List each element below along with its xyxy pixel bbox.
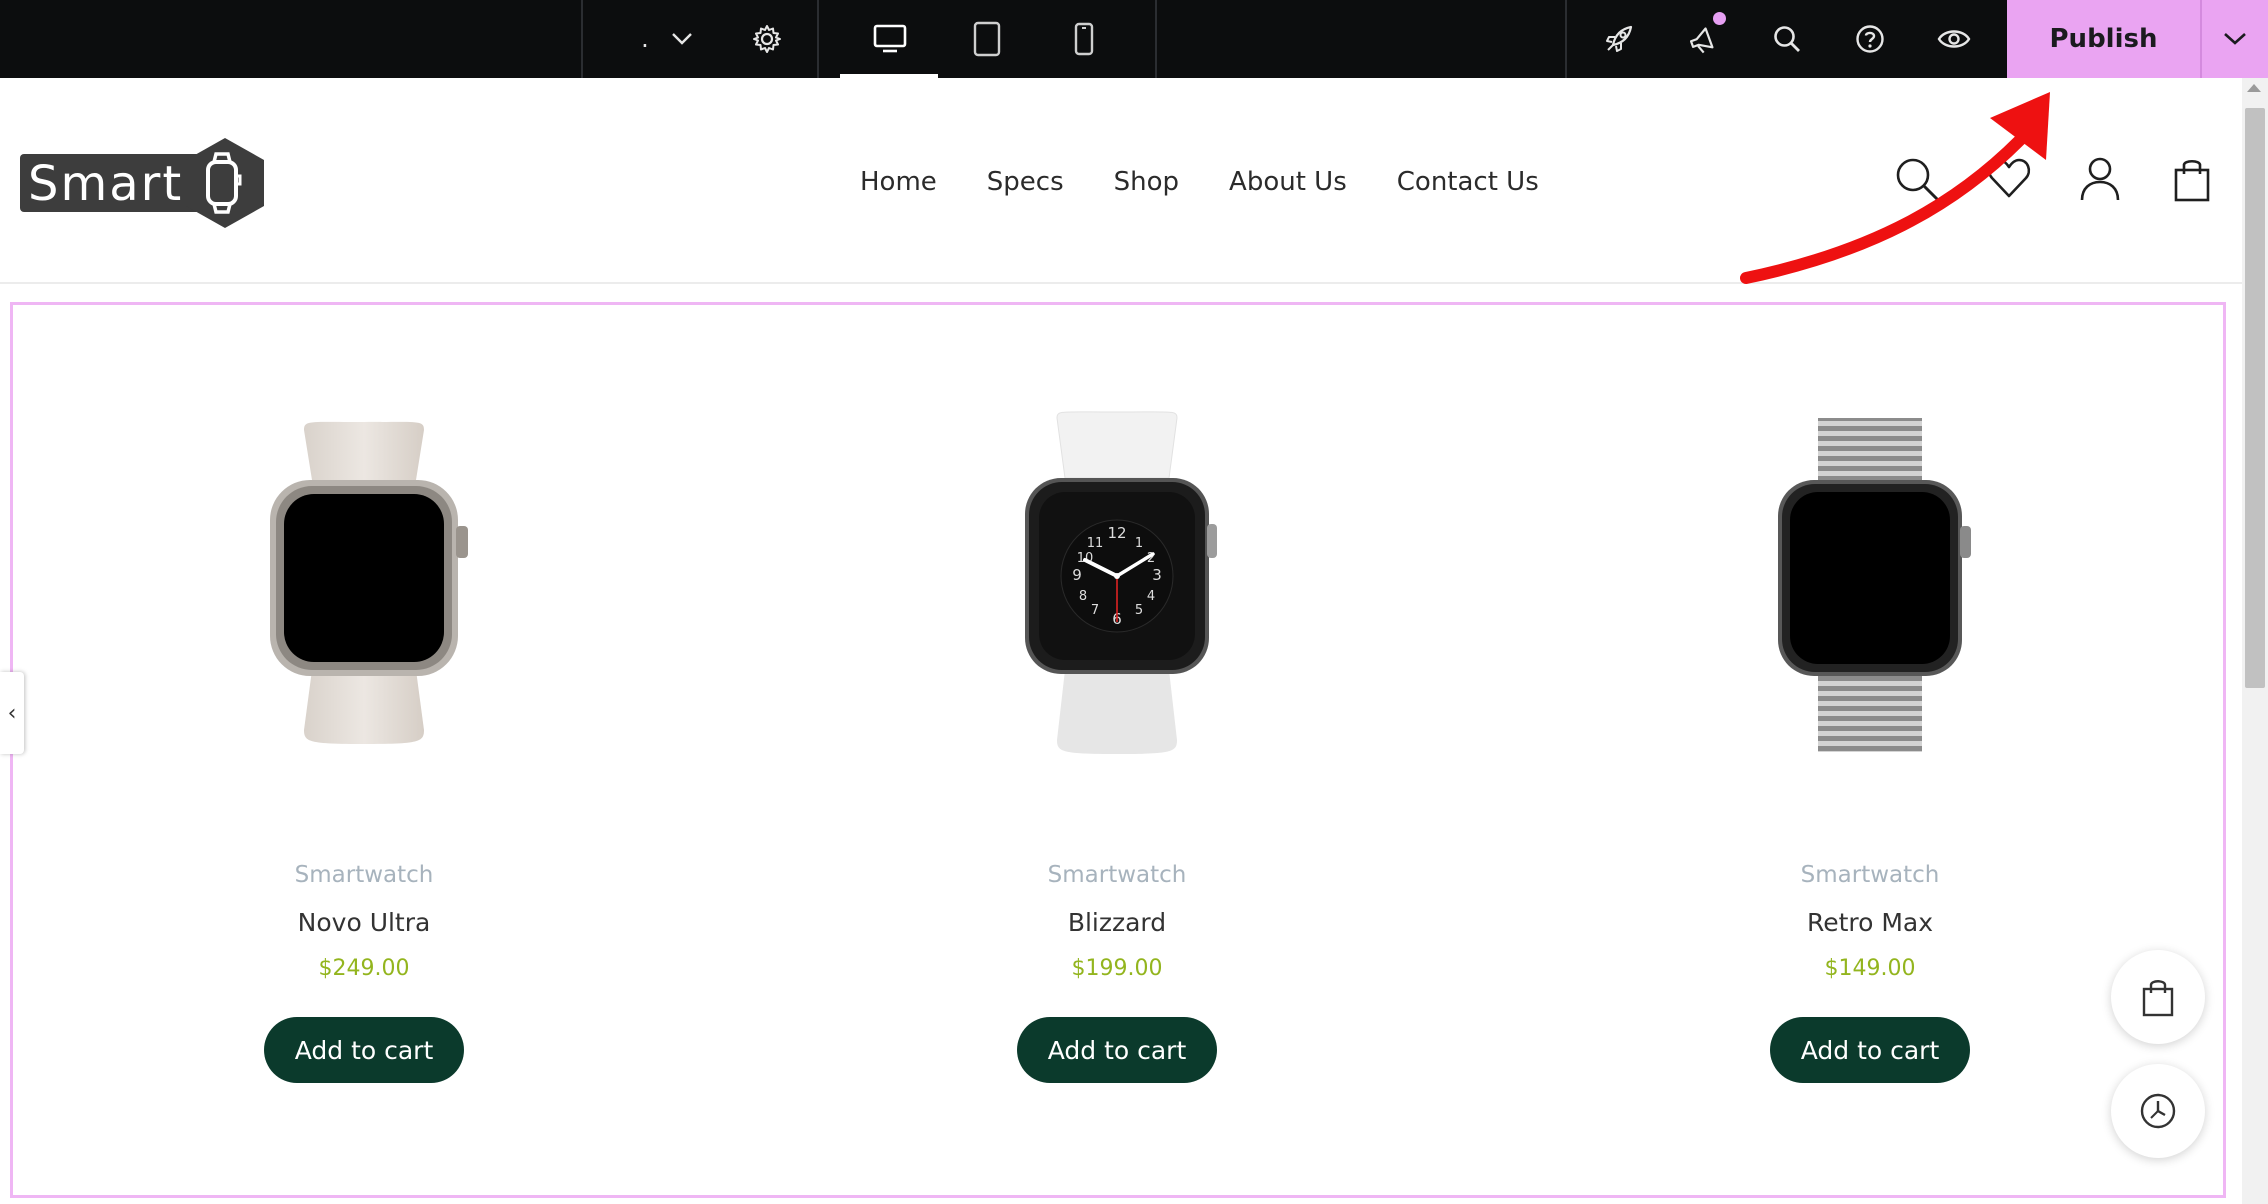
desktop-view-button[interactable]: [860, 0, 920, 78]
svg-text:1: 1: [1135, 536, 1143, 551]
mobile-view-button[interactable]: [1058, 0, 1110, 78]
eye-icon: [1937, 30, 1971, 48]
product-category: Smartwatch: [1800, 862, 1940, 888]
search-icon[interactable]: [1894, 156, 1942, 204]
shopping-bag-icon[interactable]: [2172, 156, 2212, 202]
page-selector-label: .: [641, 25, 649, 53]
mobile-icon: [1074, 22, 1094, 56]
help-icon: [1856, 25, 1884, 53]
svg-text:3: 3: [1152, 566, 1162, 584]
desktop-icon: [873, 24, 907, 53]
launch-button[interactable]: [1592, 0, 1646, 78]
clock-history-icon: [2140, 1093, 2176, 1129]
nav-home[interactable]: Home: [860, 160, 937, 204]
site-logo[interactable]: Smart: [20, 136, 264, 228]
product-card: Smartwatch Retro Max $149.00 Add to cart: [1660, 400, 2080, 1083]
smartwatch-image: 12 3 6 9 1 11 10 2 4 5 7 8: [1025, 411, 1217, 754]
scrollbar-thumb[interactable]: [2245, 108, 2265, 688]
nav-about-us[interactable]: About Us: [1229, 160, 1347, 204]
smartwatch-image: [1778, 418, 1971, 752]
tablet-view-button[interactable]: [960, 0, 1014, 78]
product-card: Smartwatch Novo Ultra $249.00 Add to car…: [154, 400, 574, 1083]
chevron-left-icon: ‹: [7, 700, 17, 726]
product-name[interactable]: Novo Ultra: [154, 908, 574, 937]
smartwatch-image: [270, 421, 468, 744]
floating-history-button[interactable]: [2111, 1064, 2205, 1158]
main-navigation: Home Specs Shop About Us Contact Us: [860, 160, 1589, 204]
scroll-up-arrow[interactable]: [2247, 84, 2261, 92]
editor-toolbar: . Publish: [0, 0, 2268, 78]
product-image[interactable]: 12 3 6 9 1 11 10 2 4 5 7 8: [907, 400, 1327, 760]
product-price: $149.00: [1824, 956, 1916, 981]
product-image[interactable]: [1660, 400, 2080, 760]
product-price: $249.00: [318, 956, 410, 981]
add-to-cart-button[interactable]: Add to cart: [264, 1017, 464, 1083]
tablet-icon: [973, 21, 1001, 57]
product-image[interactable]: [154, 400, 574, 760]
collapse-panel-handle[interactable]: ‹: [0, 672, 24, 754]
product-price: $199.00: [1071, 956, 1163, 981]
page-selector[interactable]: .: [612, 0, 722, 78]
toolbar-divider: [817, 0, 819, 78]
product-category: Smartwatch: [294, 862, 434, 888]
toolbar-divider: [581, 0, 583, 78]
svg-text:9: 9: [1072, 566, 1082, 584]
search-icon: [1774, 26, 1800, 52]
svg-text:12: 12: [1107, 524, 1126, 542]
megaphone-icon: [1689, 27, 1714, 54]
watch-logo-icon: [186, 138, 264, 228]
settings-button[interactable]: [740, 0, 794, 78]
product-name[interactable]: Blizzard: [907, 908, 1327, 937]
product-category: Smartwatch: [1047, 862, 1187, 888]
account-user-icon[interactable]: [2078, 156, 2122, 202]
chevron-down-icon: [671, 33, 692, 45]
wishlist-heart-icon[interactable]: [1986, 156, 2032, 200]
product-name[interactable]: Retro Max: [1660, 908, 2080, 937]
chevron-down-icon: [2224, 33, 2246, 45]
floating-cart-button[interactable]: [2111, 950, 2205, 1044]
svg-text:7: 7: [1091, 603, 1099, 618]
logo-text: Smart: [28, 156, 184, 212]
nav-specs[interactable]: Specs: [987, 160, 1064, 204]
product-card: 12 3 6 9 1 11 10 2 4 5 7 8 Smartwatch Bl…: [907, 400, 1327, 1083]
svg-text:8: 8: [1079, 589, 1087, 604]
svg-text:5: 5: [1135, 603, 1143, 618]
toolbar-divider: [1155, 0, 1157, 78]
svg-text:4: 4: [1147, 589, 1155, 604]
publish-options-button[interactable]: [2200, 0, 2268, 78]
preview-button[interactable]: [1926, 0, 1982, 78]
help-button[interactable]: [1843, 0, 1897, 78]
toolbar-divider: [1565, 0, 1567, 78]
nav-shop[interactable]: Shop: [1114, 160, 1179, 204]
watch-face: 12 3 6 9 1 11 10 2 4 5 7 8: [1060, 519, 1174, 633]
svg-text:11: 11: [1087, 536, 1104, 551]
rocket-icon: [1606, 25, 1633, 52]
gear-icon: [753, 25, 781, 53]
add-to-cart-button[interactable]: Add to cart: [1770, 1017, 1970, 1083]
nav-contact-us[interactable]: Contact Us: [1397, 160, 1539, 204]
notification-dot: [1713, 12, 1726, 25]
add-to-cart-button[interactable]: Add to cart: [1017, 1017, 1217, 1083]
shopping-bag-icon: [2142, 980, 2174, 1017]
publish-button[interactable]: Publish: [2007, 0, 2200, 78]
search-button[interactable]: [1760, 0, 1814, 78]
